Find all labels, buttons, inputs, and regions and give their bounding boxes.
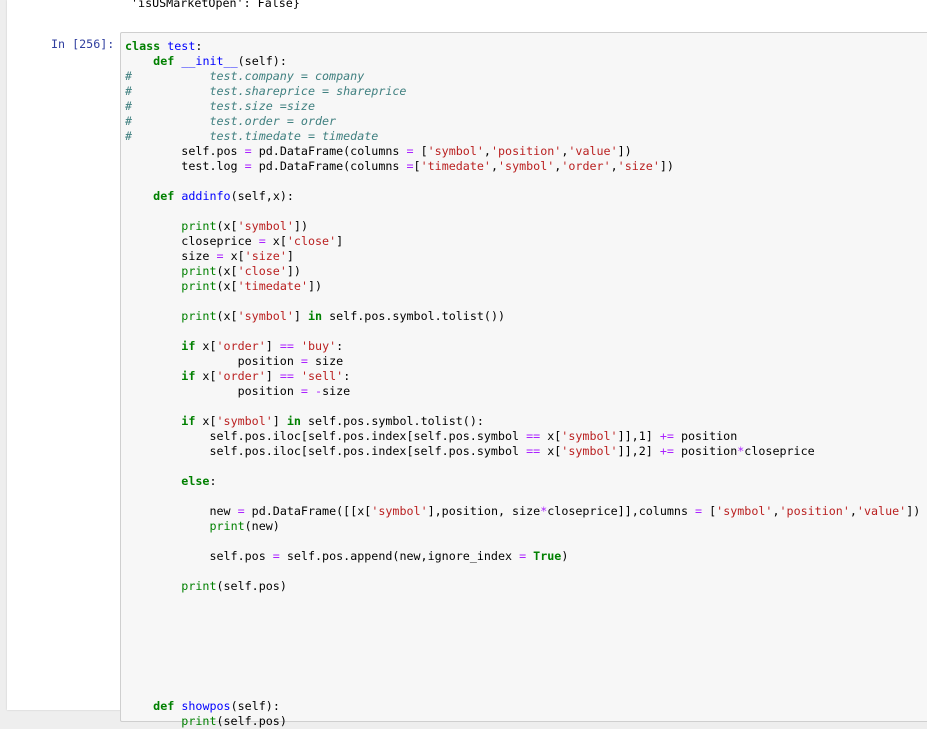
code-line[interactable] (125, 639, 920, 654)
code-line[interactable]: print(x['symbol']) (125, 219, 920, 234)
code-line[interactable]: closeprice = x['close'] (125, 234, 920, 249)
code-line[interactable] (125, 594, 920, 609)
code-line[interactable] (125, 324, 920, 339)
cell-input-prompt: In [256]: (51, 37, 115, 51)
code-line[interactable]: size = x['size'] (125, 249, 920, 264)
code-line[interactable]: # test.timedate = timedate (125, 129, 920, 144)
code-line[interactable]: print(x['symbol'] in self.pos.symbol.tol… (125, 309, 920, 324)
code-line[interactable]: def addinfo(self,x): (125, 189, 920, 204)
code-line[interactable] (125, 654, 920, 669)
code-line[interactable]: # test.order = order (125, 114, 920, 129)
code-line[interactable] (125, 294, 920, 309)
code-line[interactable]: # test.company = company (125, 69, 920, 84)
code-line[interactable] (125, 204, 920, 219)
code-line[interactable] (125, 669, 920, 684)
code-line[interactable]: def __init__(self): (125, 54, 920, 69)
code-line[interactable]: print(self.pos) (125, 579, 920, 594)
previous-cell-output: 'isUSMarketOpen': False} (131, 0, 300, 10)
code-line[interactable]: self.pos = self.pos.append(new,ignore_in… (125, 549, 920, 564)
code-line[interactable]: print(new) (125, 519, 920, 534)
code-line[interactable] (125, 174, 920, 189)
code-line[interactable]: else: (125, 474, 920, 489)
code-cell-input[interactable]: class test: def __init__(self): # test.co… (120, 32, 927, 728)
code-editor[interactable]: class test: def __init__(self): # test.co… (125, 39, 920, 729)
code-line[interactable] (125, 534, 920, 549)
code-line[interactable]: class test: (125, 39, 920, 54)
notebook-container: 'isUSMarketOpen': False} In [256]: class… (7, 0, 927, 728)
code-line[interactable]: self.pos = pd.DataFrame(columns = ['symb… (125, 144, 920, 159)
code-line[interactable]: test.log = pd.DataFrame(columns =['timed… (125, 159, 920, 174)
code-line[interactable] (125, 684, 920, 699)
code-line[interactable] (125, 609, 920, 624)
code-line[interactable]: if x['order'] == 'sell': (125, 369, 920, 384)
code-line[interactable]: print(x['timedate']) (125, 279, 920, 294)
code-line[interactable]: def showpos(self): (125, 699, 920, 714)
code-line[interactable]: position = -size (125, 384, 920, 399)
code-line[interactable]: # test.size =size (125, 99, 920, 114)
code-line[interactable]: if x['order'] == 'buy': (125, 339, 920, 354)
code-line[interactable] (125, 624, 920, 639)
code-line[interactable] (125, 399, 920, 414)
code-line[interactable]: new = pd.DataFrame([[x['symbol'],positio… (125, 504, 920, 519)
code-line[interactable]: if x['symbol'] in self.pos.symbol.tolist… (125, 414, 920, 429)
code-line[interactable] (125, 489, 920, 504)
code-line[interactable]: print(x['close']) (125, 264, 920, 279)
code-line[interactable]: position = size (125, 354, 920, 369)
code-line[interactable]: print(self.pos) (125, 714, 920, 729)
code-line[interactable] (125, 459, 920, 474)
code-line[interactable]: self.pos.iloc[self.pos.index[self.pos.sy… (125, 429, 920, 444)
code-line[interactable]: self.pos.iloc[self.pos.index[self.pos.sy… (125, 444, 920, 459)
code-line[interactable]: # test.shareprice = shareprice (125, 84, 920, 99)
code-line[interactable] (125, 564, 920, 579)
